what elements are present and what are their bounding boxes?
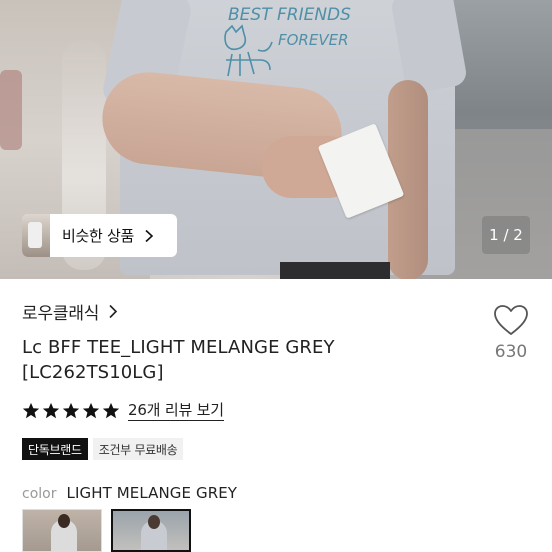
heart-icon: [494, 305, 528, 335]
print-text-line2: FOREVER: [278, 31, 349, 49]
rating-row: 26개 리뷰 보기: [22, 400, 224, 421]
similar-products-button[interactable]: 비슷한 상품: [22, 214, 177, 257]
product-title-name: Lc BFF TEE_LIGHT MELANGE GREY: [22, 337, 335, 358]
chevron-right-icon: [109, 304, 118, 319]
star-icon: [22, 402, 40, 418]
color-row: color LIGHT MELANGE GREY: [22, 484, 237, 502]
color-swatch-2[interactable]: [111, 509, 191, 552]
star-icon: [62, 402, 80, 418]
color-swatch-list: [22, 509, 200, 552]
image-page-indicator: 1 / 2: [482, 216, 530, 254]
product-image-carousel[interactable]: BEST FRIENDS FOREVER 비슷한 상품 1 / 2: [0, 0, 552, 279]
similar-products-label: 비슷한 상품: [62, 227, 134, 245]
star-icon: [42, 402, 60, 418]
brand-link[interactable]: 로우클래식: [22, 299, 118, 324]
like-button[interactable]: 630: [488, 304, 534, 362]
tshirt-print-graphic: BEST FRIENDS FOREVER: [224, 5, 351, 77]
rating-stars: [22, 402, 122, 420]
background-pedestrian-red: [0, 70, 22, 150]
star-icon: [82, 402, 100, 418]
product-title: Lc BFF TEE_LIGHT MELANGE GREY [LC262TS10…: [22, 335, 462, 385]
star-icon: [102, 402, 120, 418]
similar-products-thumbnail: [22, 214, 50, 257]
color-value: LIGHT MELANGE GREY: [66, 484, 238, 502]
brand-name: 로우클래식: [22, 304, 100, 324]
chevron-right-icon: [145, 229, 154, 242]
review-link[interactable]: 26개 리뷰 보기: [128, 400, 224, 421]
swatch-model-head: [58, 514, 70, 528]
cat-doodle: [224, 24, 273, 77]
color-label: color: [22, 486, 57, 502]
color-swatch-1[interactable]: [22, 509, 102, 552]
exclusive-brand-badge: 단독브랜드: [22, 438, 88, 460]
product-title-code: [LC262TS10LG]: [22, 362, 164, 383]
model-pants: [280, 262, 390, 279]
like-count: 630: [494, 342, 528, 362]
badge-row: 단독브랜드 조건부 무료배송: [22, 438, 184, 460]
free-shipping-badge: 조건부 무료배송: [92, 438, 184, 460]
print-text-line1: BEST FRIENDS: [228, 5, 351, 25]
swatch-model-head: [148, 515, 160, 529]
